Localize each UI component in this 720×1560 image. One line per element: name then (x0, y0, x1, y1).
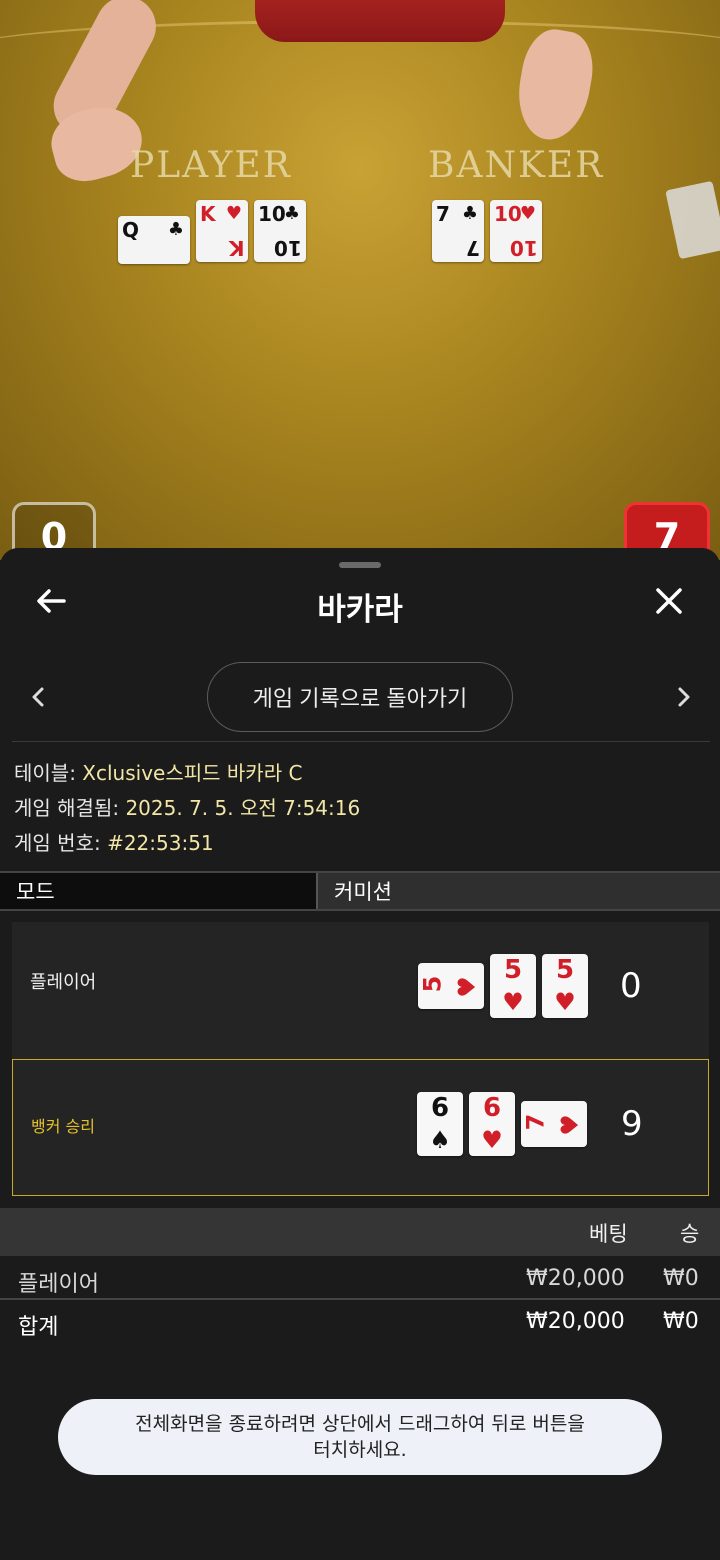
live-video-feed: PLAYER BANKER Q ♣ K ♥ K 10 ♣ 10 7 ♣ 7 10… (0, 0, 720, 560)
playing-card: 6 ♥ (469, 1092, 515, 1156)
table-info-label: 테이블: (14, 761, 83, 785)
fullscreen-exit-toast: 전체화면을 종료하려면 상단에서 드래그하여 뒤로 버튼을 터치하세요. (58, 1399, 662, 1475)
playing-card: 7 ♥ (521, 1101, 587, 1147)
game-detail-sheet: 바카라 게임 기록으로 돌아가기 테이블: Xclusive스피드 바카라 C … (0, 548, 720, 1560)
game-number-info: 게임 번호: #22:53:51 (14, 827, 214, 856)
table-card: K ♥ K (196, 200, 248, 262)
tab-mode[interactable]: 모드 (0, 873, 318, 909)
total-row: 합계 ₩20,000 ₩0 (0, 1301, 720, 1343)
resolved-info: 게임 해결됨: 2025. 7. 5. 오전 7:54:16 (14, 792, 360, 821)
game-number-label: 게임 번호: (14, 831, 108, 855)
dealer-torso (255, 0, 505, 42)
mode-tabs: 모드 커미션 (0, 871, 720, 911)
resolved-info-value: 2025. 7. 5. 오전 7:54:16 (125, 796, 361, 820)
table-card: 7 ♣ 7 (432, 200, 484, 262)
player-result-row: 플레이어 5 ♥ 5 ♥ 5 ♥ 0 (12, 922, 709, 1059)
total-bet-amount: ₩20,000 (526, 1309, 625, 1334)
table-card: Q ♣ (118, 216, 190, 264)
card-shoe (665, 180, 720, 260)
toast-line-1: 전체화면을 종료하려면 상단에서 드래그하여 뒤로 버튼을 (135, 1413, 585, 1435)
playing-card: 5 ♥ (490, 954, 536, 1018)
close-icon[interactable] (652, 584, 686, 618)
player-result-label: 플레이어 (30, 972, 97, 993)
table-banker-cards: 7 ♣ 7 10 ♥ 10 (432, 200, 542, 262)
table-player-label: PLAYER (130, 145, 292, 186)
game-number-value: #22:53:51 (107, 831, 214, 855)
table-card: 10 ♥ 10 (490, 200, 542, 262)
resolved-info-label: 게임 해결됨: (14, 796, 126, 820)
table-row: 플레이어 ₩20,000 ₩0 (0, 1258, 720, 1300)
tab-commission[interactable]: 커미션 (318, 873, 720, 909)
back-to-history-button[interactable]: 게임 기록으로 돌아가기 (207, 662, 513, 732)
bet-column-header: 베팅 (589, 1222, 628, 1246)
player-score: 0 (620, 966, 642, 1006)
playing-card: 6 ♠ (417, 1092, 463, 1156)
bet-amount: ₩20,000 (526, 1266, 625, 1291)
banker-result-row: 뱅커 승리 6 ♠ 6 ♥ 7 ♥ 9 (12, 1059, 709, 1196)
bet-name: 플레이어 (18, 1272, 99, 1297)
table-banker-label: BANKER (428, 145, 605, 186)
drag-handle[interactable] (339, 562, 381, 568)
bets-table-header: 베팅 승 (0, 1208, 720, 1256)
table-info-value: Xclusive스피드 바카라 C (82, 761, 303, 785)
playing-card: 5 ♥ (418, 963, 484, 1009)
divider (0, 1298, 720, 1300)
win-amount: ₩0 (663, 1266, 699, 1291)
total-label: 합계 (18, 1315, 59, 1340)
table-info: 테이블: Xclusive스피드 바카라 C (14, 757, 302, 786)
toast-line-2: 터치하세요. (313, 1439, 407, 1461)
banker-score: 9 (621, 1104, 643, 1144)
banker-result-cards: 6 ♠ 6 ♥ 7 ♥ (417, 1092, 587, 1156)
page-title: 바카라 (317, 592, 403, 628)
chevron-right-icon[interactable] (670, 683, 696, 711)
playing-card: 5 ♥ (542, 954, 588, 1018)
win-column-header: 승 (680, 1222, 700, 1246)
total-win-amount: ₩0 (663, 1309, 699, 1334)
player-result-cards: 5 ♥ 5 ♥ 5 ♥ (418, 954, 588, 1018)
table-card: 10 ♣ 10 (254, 200, 306, 262)
table-player-cards: Q ♣ K ♥ K 10 ♣ 10 (118, 200, 306, 264)
divider (12, 741, 710, 742)
chevron-left-icon[interactable] (26, 683, 52, 711)
banker-result-label: 뱅커 승리 (31, 1117, 95, 1136)
